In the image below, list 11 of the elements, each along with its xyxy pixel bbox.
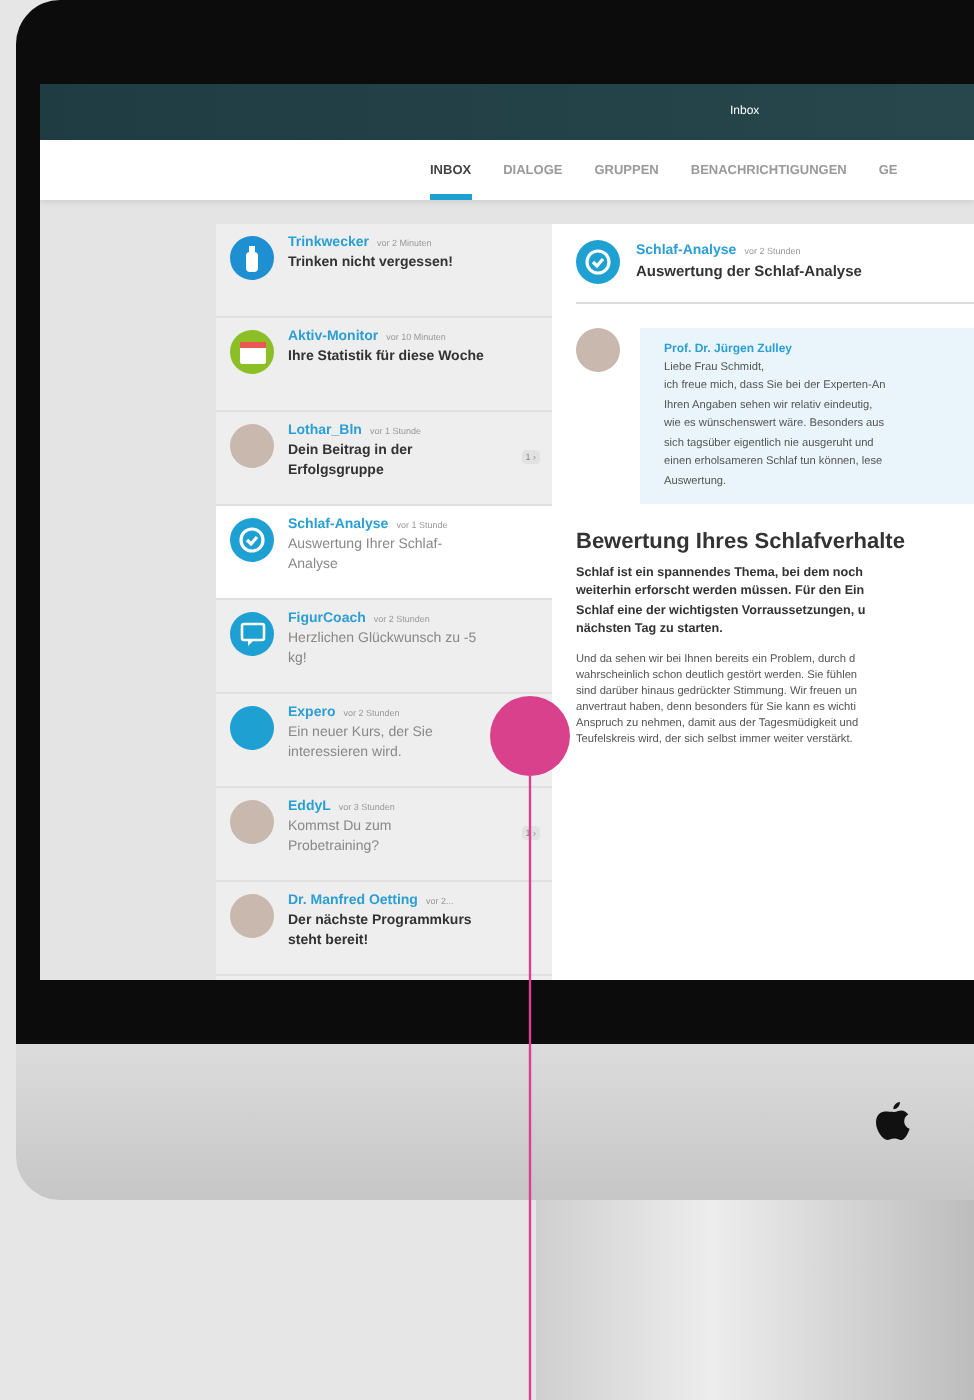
check-circle-icon <box>230 518 274 562</box>
bottle-icon <box>230 236 274 280</box>
apple-logo-icon <box>876 1101 912 1143</box>
chat-icon <box>230 612 274 656</box>
avatar-placeholder <box>230 800 274 844</box>
calendar-icon <box>230 330 274 374</box>
avatar-placeholder <box>230 894 274 938</box>
avatar-placeholder <box>230 424 274 468</box>
avatar-placeholder <box>576 328 620 372</box>
check-circle-icon <box>576 240 620 284</box>
section-heading: Bewertung Ihres Schlafverhalte <box>576 529 907 553</box>
